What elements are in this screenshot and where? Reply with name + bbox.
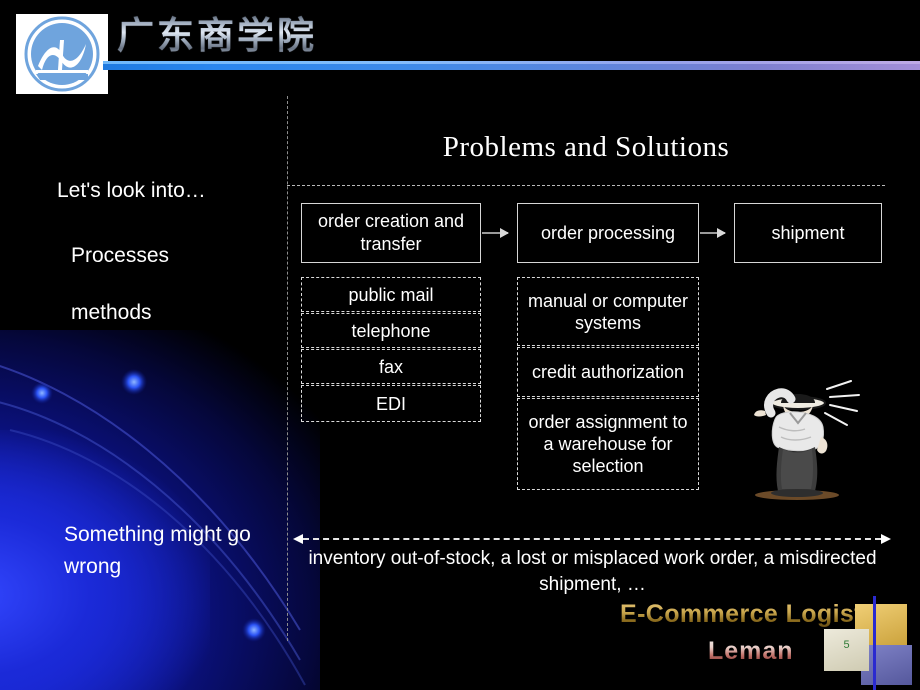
decoration-vertical-line [873,596,876,690]
header-gradient-bar-sheen [103,61,920,64]
arrow-right-icon [482,228,509,238]
flow-stage-box: order creation and transfer [301,203,481,263]
order-processing-method: manual or computer systems [517,277,699,346]
left-item-methods: methods [71,301,152,324]
double-headed-arrow-icon [293,534,891,544]
author-name: Leman [708,637,794,665]
vertical-divider [287,96,288,641]
arrow-right-icon [700,228,726,238]
left-intro-text: Let's look into… [57,179,206,202]
flow-stage-box: shipment [734,203,882,263]
university-logo [16,14,108,94]
order-processing-method: order assignment to a warehouse for sele… [517,398,699,490]
order-creation-method: public mail [301,277,481,312]
background-blue-glow [0,330,320,690]
slide-title: Problems and Solutions [442,131,730,163]
slide-canvas: 广东商学院 Let's look into… Processes methods… [0,0,920,690]
flow-stage-box: order processing [517,203,699,263]
order-creation-method: EDI [301,385,481,422]
order-creation-method: fax [301,349,481,384]
page-number: 5 [843,639,850,651]
background-arc-lines [0,365,306,686]
university-wave-emblem-icon [24,16,100,92]
institution-name: 广东商学院 [117,14,317,57]
confused-man-cartoon-icon [754,380,860,500]
left-item-processes: Processes [71,244,170,267]
left-warning-text: Something might go wrong [64,523,251,578]
horizontal-divider [287,185,885,186]
bottom-caption: inventory out-of-stock, a lost or mispla… [308,548,877,595]
order-processing-method: credit authorization [517,347,699,397]
order-creation-method: telephone [301,313,481,348]
